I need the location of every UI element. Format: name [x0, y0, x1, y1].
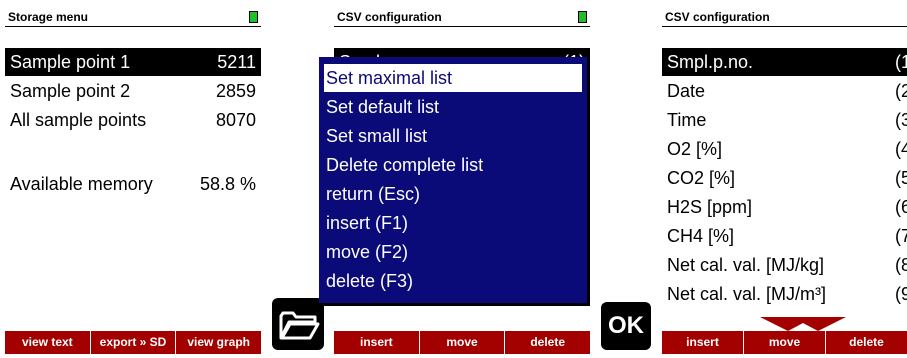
- screen-title: CSV configuration: [334, 8, 590, 27]
- menu-item-set-small-list[interactable]: Set small list: [324, 122, 582, 150]
- item-label: CO2 [%]: [667, 168, 736, 188]
- item-label: Date: [667, 81, 706, 101]
- title-text: Storage menu: [8, 10, 89, 24]
- title-text: CSV configuration: [337, 10, 442, 24]
- item-value: 5211: [217, 52, 256, 72]
- menu-item-delete-complete-list[interactable]: Delete complete list: [324, 151, 582, 179]
- memory-label: Available memory: [10, 174, 153, 194]
- item-label: Net cal. val. [MJ/kg]: [667, 255, 825, 275]
- item-value: (5: [894, 168, 907, 188]
- menu-item-set-maximal-list[interactable]: Set maximal list: [324, 64, 582, 92]
- item-label: Sample point 1: [10, 52, 131, 72]
- list-item[interactable]: Sample point 2 2859: [5, 77, 261, 105]
- memory-value: 58.8 %: [199, 174, 256, 194]
- item-label: All sample points: [10, 110, 147, 130]
- item-value: 2859: [215, 81, 256, 101]
- list-item[interactable]: Date (2: [662, 77, 907, 105]
- folder-button[interactable]: [272, 298, 324, 350]
- move-softkey[interactable]: move: [744, 331, 826, 354]
- item-value: (9: [894, 284, 907, 304]
- move-indicator-arrows: [760, 317, 846, 331]
- softkey-bar: insert move delete: [334, 331, 590, 354]
- item-value: (2: [894, 81, 907, 101]
- list-item[interactable]: O2 [%] (4: [662, 135, 907, 163]
- delete-softkey[interactable]: delete: [505, 331, 590, 354]
- item-value: 8070: [215, 110, 256, 130]
- item-label: Net cal. val. [MJ/m³]: [667, 284, 827, 304]
- item-value: (7: [894, 226, 907, 246]
- screen-title: CSV configuration: [662, 8, 907, 27]
- item-value: (3: [894, 110, 907, 130]
- storage-menu-screen: Storage menu Sample point 1 5211 Sample …: [5, 8, 261, 354]
- menu-item-insert[interactable]: insert (F1): [324, 209, 582, 237]
- screen-title: Storage menu: [5, 8, 261, 27]
- memory-row: Available memory 58.8 %: [5, 170, 261, 198]
- delete-softkey[interactable]: delete: [826, 331, 907, 354]
- list-item[interactable]: Time (3: [662, 106, 907, 134]
- item-label: Sample point 2: [10, 81, 131, 101]
- item-label: H2S [ppm]: [667, 197, 753, 217]
- list-item[interactable]: CO2 [%] (5: [662, 164, 907, 192]
- item-label: O2 [%]: [667, 139, 723, 159]
- item-value: (6: [894, 197, 907, 217]
- ok-label: OK: [608, 312, 644, 339]
- item-label: Smpl.p.no.: [667, 52, 754, 72]
- csv-config-screen: CSV configuration Smpl.p.no. (1 Date (2 …: [662, 8, 907, 354]
- item-label: CH4 [%]: [667, 226, 735, 246]
- context-menu-popup: Set maximal list Set default list Set sm…: [319, 57, 587, 303]
- list-item[interactable]: Smpl.p.no. (1: [662, 48, 907, 76]
- item-value: (1: [894, 52, 907, 72]
- softkey-bar: view text export » SD view graph: [5, 331, 261, 354]
- item-value: (8: [894, 255, 907, 275]
- list-item[interactable]: Net cal. val. [MJ/m³] (9: [662, 280, 907, 308]
- list-item[interactable]: CH4 [%] (7: [662, 222, 907, 250]
- menu-item-set-default-list[interactable]: Set default list: [324, 93, 582, 121]
- list-item[interactable]: Sample point 1 5211: [5, 48, 261, 76]
- battery-icon: [249, 11, 258, 23]
- insert-softkey[interactable]: insert: [662, 331, 744, 354]
- list-item[interactable]: Net cal. val. [MJ/kg] (8: [662, 251, 907, 279]
- battery-icon: [578, 11, 587, 23]
- insert-softkey[interactable]: insert: [334, 331, 420, 354]
- ok-button[interactable]: OK: [601, 302, 651, 350]
- export-sd-softkey[interactable]: export » SD: [91, 331, 177, 354]
- item-label: Time: [667, 110, 707, 130]
- list-item[interactable]: All sample points 8070: [5, 106, 261, 134]
- view-text-softkey[interactable]: view text: [5, 331, 91, 354]
- view-graph-softkey[interactable]: view graph: [176, 331, 261, 354]
- menu-item-delete[interactable]: delete (F3): [324, 267, 582, 295]
- title-text: CSV configuration: [665, 10, 770, 24]
- folder-icon: [279, 311, 320, 340]
- list-item[interactable]: H2S [ppm] (6: [662, 193, 907, 221]
- softkey-bar: insert move delete: [662, 331, 907, 354]
- move-softkey[interactable]: move: [420, 331, 506, 354]
- menu-item-move[interactable]: move (F2): [324, 238, 582, 266]
- menu-item-return[interactable]: return (Esc): [324, 180, 582, 208]
- item-value: (4: [894, 139, 907, 159]
